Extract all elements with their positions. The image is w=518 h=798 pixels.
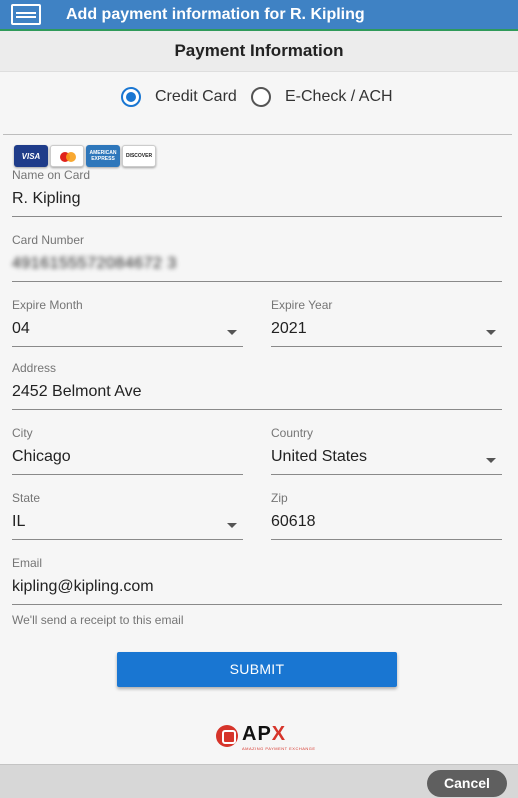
email-hint: We'll send a receipt to this email bbox=[12, 613, 184, 627]
state-select[interactable]: State IL bbox=[12, 491, 243, 540]
dropdown-arrow-icon bbox=[227, 330, 237, 335]
zip-label: Zip bbox=[271, 491, 288, 505]
apx-tagline: AMAZING PAYMENT EXCHANGE bbox=[242, 746, 316, 751]
state-label: State bbox=[12, 491, 41, 505]
zip-field[interactable]: Zip 60618 bbox=[271, 491, 502, 540]
country-label: Country bbox=[271, 426, 314, 440]
expire-year-select[interactable]: Expire Year 2021 bbox=[271, 298, 502, 347]
city-input[interactable]: Chicago bbox=[12, 448, 243, 468]
cancel-button[interactable]: Cancel bbox=[427, 770, 507, 797]
mastercard-logo-icon bbox=[50, 145, 84, 167]
accepted-cards: VISA AMERICAN EXPRESS DISCOVER bbox=[14, 145, 156, 167]
dropdown-arrow-icon bbox=[227, 523, 237, 528]
credit-card-label: Credit Card bbox=[155, 88, 237, 105]
card-number-field[interactable]: Card Number 4916155572084672 3 bbox=[12, 233, 502, 282]
card-menu-icon[interactable] bbox=[11, 4, 41, 25]
name-on-card-input[interactable]: R. Kipling bbox=[12, 190, 502, 210]
title-bar: Add payment information for R. Kipling bbox=[0, 0, 518, 31]
city-field[interactable]: City Chicago bbox=[12, 426, 243, 475]
radio-unselected-icon bbox=[251, 87, 271, 107]
radio-selected-icon bbox=[121, 87, 141, 107]
name-on-card-field[interactable]: Name on Card R. Kipling bbox=[12, 168, 502, 217]
submit-button[interactable]: SUBMIT bbox=[117, 652, 397, 687]
divider bbox=[3, 134, 512, 135]
city-label: City bbox=[12, 426, 33, 440]
expire-year-label: Expire Year bbox=[271, 298, 333, 312]
dropdown-arrow-icon bbox=[486, 458, 496, 463]
section-title: Payment Information bbox=[0, 31, 518, 72]
visa-logo-icon: VISA bbox=[14, 145, 48, 167]
dropdown-arrow-icon bbox=[486, 330, 496, 335]
footer-bar: Cancel bbox=[0, 764, 518, 798]
credit-card-radio[interactable]: Credit Card bbox=[121, 87, 237, 107]
email-field[interactable]: Email kipling@kipling.com bbox=[12, 556, 502, 605]
address-label: Address bbox=[12, 361, 57, 375]
card-number-input[interactable]: 4916155572084672 3 bbox=[12, 255, 502, 275]
window-title: Add payment information for R. Kipling bbox=[66, 6, 365, 23]
zip-input[interactable]: 60618 bbox=[271, 513, 502, 533]
payment-method-group: Credit Card E-Check / ACH bbox=[0, 87, 518, 109]
expire-month-label: Expire Month bbox=[12, 298, 83, 312]
apx-logo-text: APX bbox=[242, 723, 287, 745]
expire-month-select[interactable]: Expire Month 04 bbox=[12, 298, 243, 347]
address-input[interactable]: 2452 Belmont Ave bbox=[12, 383, 502, 403]
amex-logo-icon: AMERICAN EXPRESS bbox=[86, 145, 120, 167]
country-select[interactable]: Country United States bbox=[271, 426, 502, 475]
apx-logo: APX AMAZING PAYMENT EXCHANGE bbox=[216, 722, 315, 752]
address-field[interactable]: Address 2452 Belmont Ave bbox=[12, 361, 502, 410]
expire-month-value: 04 bbox=[12, 320, 30, 337]
expire-year-value: 2021 bbox=[271, 320, 307, 337]
email-input[interactable]: kipling@kipling.com bbox=[12, 578, 502, 598]
echeck-radio[interactable]: E-Check / ACH bbox=[251, 87, 393, 107]
email-label: Email bbox=[12, 556, 43, 570]
discover-logo-icon: DISCOVER bbox=[122, 145, 156, 167]
name-on-card-label: Name on Card bbox=[12, 168, 91, 182]
card-number-label: Card Number bbox=[12, 233, 85, 247]
apx-seal-icon bbox=[216, 725, 238, 747]
state-value: IL bbox=[12, 513, 26, 530]
echeck-label: E-Check / ACH bbox=[285, 88, 393, 105]
country-value: United States bbox=[271, 448, 368, 465]
